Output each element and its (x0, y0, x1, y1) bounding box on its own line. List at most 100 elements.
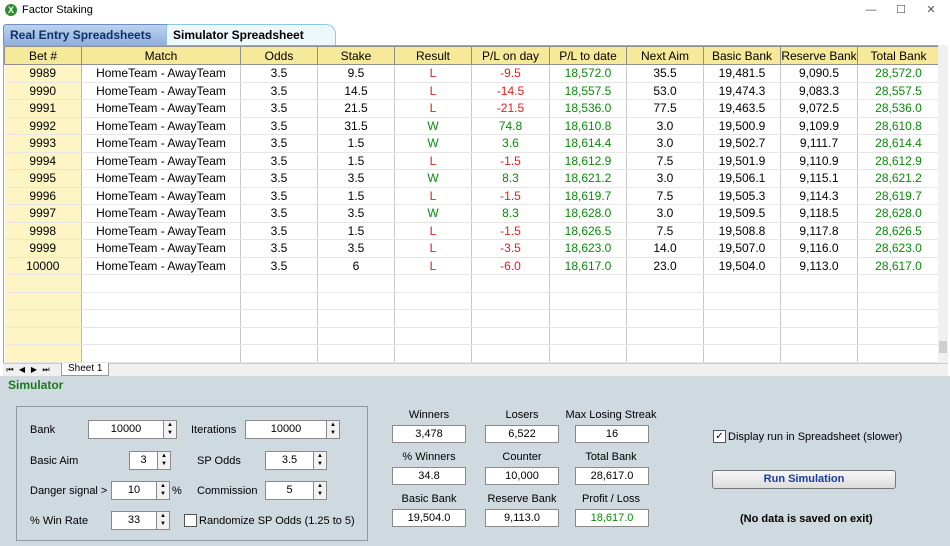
table-cell[interactable]: L (394, 257, 472, 275)
table-cell[interactable]: 6 (317, 257, 395, 275)
table-cell[interactable] (471, 309, 550, 328)
column-header[interactable]: Odds (240, 46, 318, 65)
table-cell[interactable]: 28,623.0 (857, 239, 939, 258)
sheet-tab-1[interactable]: Sheet 1 (61, 363, 110, 376)
table-cell[interactable] (317, 327, 395, 345)
table-cell[interactable] (4, 274, 82, 293)
table-cell[interactable]: 28,614.4 (857, 134, 939, 153)
sp-odds-spinner-icon[interactable]: ▲ ▼ (314, 451, 327, 470)
table-cell[interactable]: 28,617.0 (857, 257, 939, 275)
table-row[interactable]: 9991 HomeTeam - AwayTeam 3.5 21.5 L -21.5 18,5… (4, 99, 939, 118)
danger-signal-input[interactable]: 10 (111, 481, 157, 500)
table-cell[interactable]: 28,612.9 (857, 152, 939, 170)
table-cell[interactable]: HomeTeam - AwayTeam (81, 204, 241, 223)
tab-simulator-spreadsheet[interactable]: Simulator Spreadsheet (166, 24, 336, 45)
table-cell[interactable]: 28,536.0 (857, 99, 939, 118)
table-cell[interactable]: 9999 (4, 239, 82, 258)
table-cell[interactable]: 3.5 (317, 169, 395, 188)
table-cell[interactable]: 9,090.5 (780, 64, 858, 83)
table-cell[interactable] (81, 327, 241, 345)
table-cell[interactable]: 3.0 (626, 134, 704, 153)
table-cell[interactable] (471, 344, 550, 363)
table-cell[interactable]: HomeTeam - AwayTeam (81, 99, 241, 118)
table-cell[interactable]: L (394, 99, 472, 118)
table-cell[interactable]: 9995 (4, 169, 82, 188)
table-cell[interactable] (857, 309, 939, 328)
table-cell[interactable]: -1.5 (471, 222, 550, 240)
table-cell[interactable] (626, 309, 704, 328)
table-cell[interactable]: 3.5 (240, 257, 318, 275)
table-cell[interactable]: 3.0 (626, 204, 704, 223)
table-cell[interactable] (317, 309, 395, 328)
table-cell[interactable]: 28,628.0 (857, 204, 939, 223)
table-cell[interactable]: -21.5 (471, 99, 550, 118)
table-cell[interactable] (4, 292, 82, 310)
table-cell[interactable]: 19,502.7 (703, 134, 781, 153)
table-cell[interactable] (857, 274, 939, 293)
table-cell[interactable]: 18,623.0 (549, 239, 627, 258)
table-cell[interactable]: 28,626.5 (857, 222, 939, 240)
table-cell[interactable]: 3.5 (317, 204, 395, 223)
table-cell[interactable]: 19,505.3 (703, 187, 781, 205)
table-cell[interactable]: HomeTeam - AwayTeam (81, 169, 241, 188)
table-cell[interactable]: 9998 (4, 222, 82, 240)
table-cell[interactable]: -9.5 (471, 64, 550, 83)
iterations-spinner-icon[interactable]: ▲ ▼ (327, 420, 340, 439)
table-cell[interactable] (317, 344, 395, 363)
table-cell[interactable]: 9,118.5 (780, 204, 858, 223)
table-cell[interactable]: 3.5 (240, 152, 318, 170)
table-cell[interactable] (240, 309, 318, 328)
table-row[interactable]: 9994 HomeTeam - AwayTeam 3.5 1.5 L -1.5 18,612… (4, 152, 939, 170)
table-cell[interactable]: 7.5 (626, 222, 704, 240)
table-cell[interactable]: 28,621.2 (857, 169, 939, 188)
table-cell[interactable]: 1.5 (317, 187, 395, 205)
table-cell[interactable]: W (394, 134, 472, 153)
column-header[interactable]: Next Aim (626, 46, 704, 65)
table-cell[interactable]: -3.5 (471, 239, 550, 258)
table-cell[interactable]: L (394, 187, 472, 205)
table-cell[interactable] (626, 292, 704, 310)
table-cell[interactable]: 23.0 (626, 257, 704, 275)
column-header[interactable]: Basic Bank (703, 46, 781, 65)
table-cell[interactable]: 3.5 (240, 239, 318, 258)
table-cell[interactable]: 18,612.9 (549, 152, 627, 170)
table-cell[interactable]: 21.5 (317, 99, 395, 118)
table-cell[interactable] (471, 327, 550, 345)
close-button[interactable]: ✕ (916, 2, 946, 18)
table-row[interactable]: 9995 HomeTeam - AwayTeam 3.5 3.5 W 8.3 18,621.… (4, 169, 939, 188)
table-cell[interactable] (394, 292, 472, 310)
column-header[interactable]: Result (394, 46, 472, 65)
table-cell[interactable] (471, 274, 550, 293)
table-cell[interactable] (780, 274, 858, 293)
table-cell[interactable] (549, 274, 627, 293)
table-cell[interactable]: 9992 (4, 117, 82, 135)
table-cell[interactable]: 18,614.4 (549, 134, 627, 153)
table-cell[interactable]: 19,508.8 (703, 222, 781, 240)
win-rate-input[interactable]: 33 (111, 511, 157, 530)
table-cell[interactable]: L (394, 152, 472, 170)
table-cell[interactable] (703, 309, 781, 328)
empty-row[interactable] (4, 309, 939, 328)
table-cell[interactable]: 9997 (4, 204, 82, 223)
table-cell[interactable]: 3.5 (240, 64, 318, 83)
table-row[interactable]: 9989 HomeTeam - AwayTeam 3.5 9.5 L -9.5 18,572… (4, 64, 939, 83)
table-cell[interactable]: W (394, 117, 472, 135)
table-cell[interactable] (549, 292, 627, 310)
table-cell[interactable]: 77.5 (626, 99, 704, 118)
table-cell[interactable]: 3.5 (240, 134, 318, 153)
tab-real-entry-spreadsheets[interactable]: Real Entry Spreadsheets (3, 24, 175, 45)
table-cell[interactable]: L (394, 239, 472, 258)
table-cell[interactable]: 18,619.7 (549, 187, 627, 205)
table-cell[interactable]: HomeTeam - AwayTeam (81, 257, 241, 275)
table-cell[interactable] (703, 327, 781, 345)
table-row[interactable]: 9998 HomeTeam - AwayTeam 3.5 1.5 L -1.5 18,626… (4, 222, 939, 240)
table-cell[interactable] (4, 327, 82, 345)
table-cell[interactable]: 14.0 (626, 239, 704, 258)
table-cell[interactable]: HomeTeam - AwayTeam (81, 134, 241, 153)
table-cell[interactable]: L (394, 82, 472, 100)
table-cell[interactable] (549, 309, 627, 328)
table-cell[interactable]: 9,117.8 (780, 222, 858, 240)
table-cell[interactable]: 19,474.3 (703, 82, 781, 100)
maximize-button[interactable]: ☐ (886, 2, 916, 18)
table-cell[interactable] (394, 344, 472, 363)
